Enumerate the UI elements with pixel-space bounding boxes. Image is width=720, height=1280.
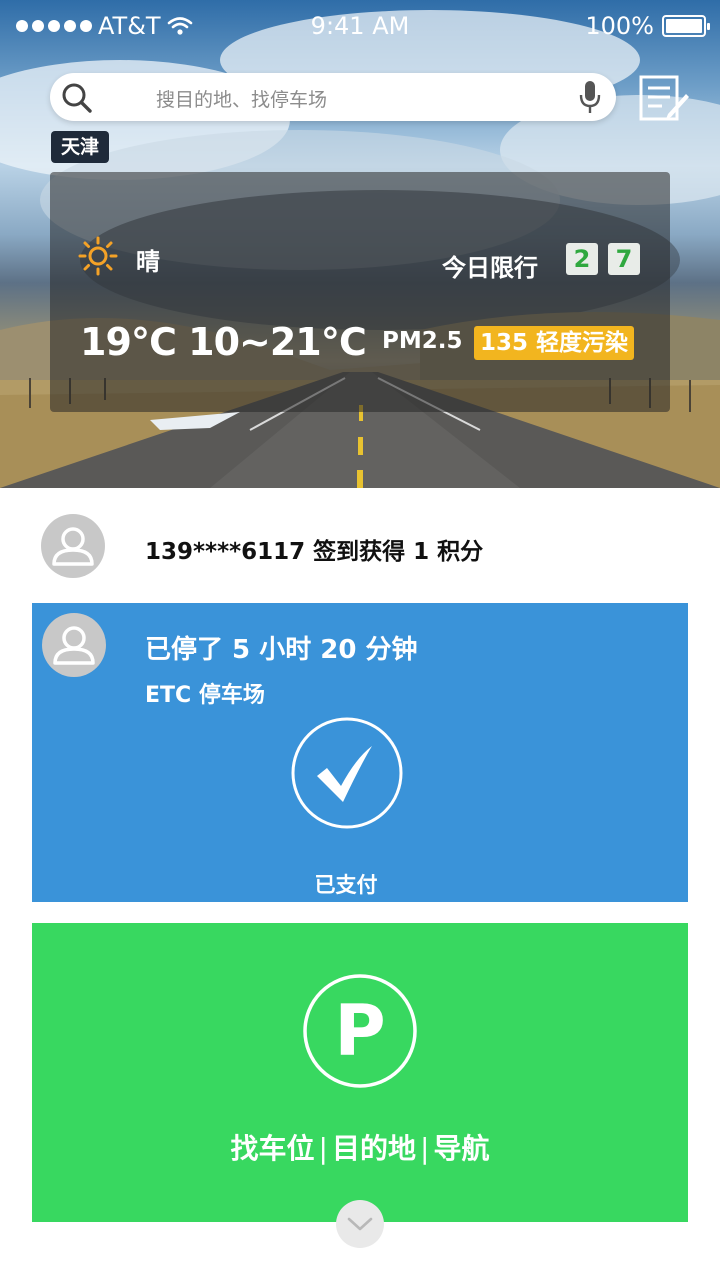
- temperature-readout: 19℃ 10~21℃: [80, 320, 367, 364]
- search-icon: [62, 83, 92, 113]
- sun-icon: [78, 236, 118, 276]
- city-selector[interactable]: 天津: [51, 131, 110, 163]
- checkin-message: 139****6117 签到获得 1 积分: [145, 539, 484, 565]
- weather-panel: 晴 今日限行 2 7 19℃ 10~21℃ PM2.5 135 轻度污染: [50, 172, 670, 412]
- weather-condition: 晴: [136, 248, 160, 276]
- pm25-label: PM2.5: [382, 328, 463, 354]
- status-bar: AT&T 9:41 AM 100%: [0, 0, 720, 50]
- parking-lot-name: ETC 停车场: [145, 683, 265, 708]
- traffic-limit-label: 今日限行: [442, 254, 538, 282]
- user-avatar-icon: [41, 514, 105, 578]
- paid-checkmark-icon: [291, 717, 403, 829]
- user-avatar-icon: [42, 613, 106, 677]
- battery-icon: [662, 15, 710, 37]
- checkin-row[interactable]: 139****6117 签到获得 1 积分: [0, 500, 720, 594]
- destination-link[interactable]: 目的地: [332, 1132, 416, 1165]
- find-parking-card[interactable]: P 找车位 | 目的地 | 导航: [32, 923, 688, 1222]
- air-quality-badge: 135 轻度污染: [474, 326, 635, 360]
- chevron-down-icon: [347, 1217, 373, 1231]
- expand-more-button[interactable]: [336, 1200, 384, 1248]
- notes-menu-icon[interactable]: [638, 74, 690, 122]
- battery-status: 100%: [585, 12, 710, 40]
- traffic-limit-digit: 2: [566, 243, 598, 275]
- svg-text:P: P: [334, 990, 385, 1072]
- search-bar[interactable]: 搜目的地、找停车场: [50, 73, 616, 121]
- parking-p-icon: P: [303, 974, 417, 1088]
- microphone-icon[interactable]: [578, 79, 602, 115]
- hero-banner: AT&T 9:41 AM 100% 搜目的地、找停车场 天津 晴 今日限行 2 …: [0, 0, 720, 488]
- navigation-link[interactable]: 导航: [433, 1132, 489, 1165]
- search-input[interactable]: 搜目的地、找停车场: [156, 85, 327, 112]
- traffic-limit-digit: 7: [608, 243, 640, 275]
- find-actions: 找车位 | 目的地 | 导航: [230, 1132, 490, 1165]
- battery-percent: 100%: [585, 12, 654, 40]
- parking-status-card[interactable]: 已停了 5 小时 20 分钟 ETC 停车场 已支付: [32, 603, 688, 902]
- parking-duration: 已停了 5 小时 20 分钟: [145, 635, 418, 665]
- payment-status: 已支付: [314, 873, 378, 897]
- find-spot-link[interactable]: 找车位: [231, 1132, 315, 1165]
